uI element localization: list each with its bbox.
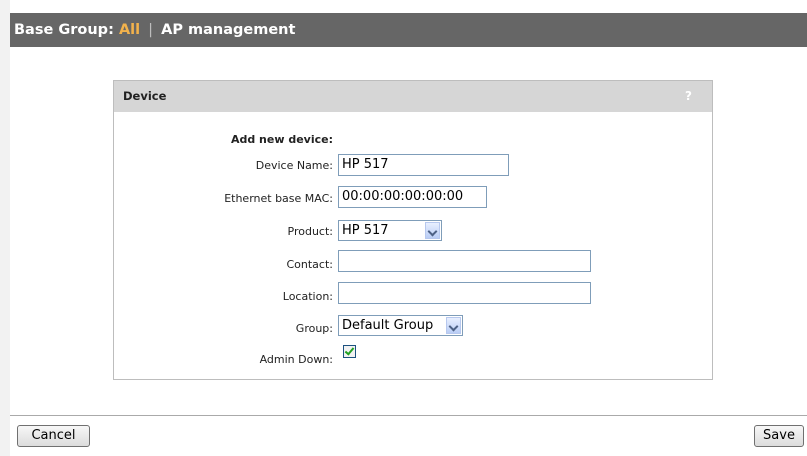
product-select[interactable]: HP 517: [338, 220, 442, 241]
cancel-button[interactable]: Cancel: [17, 425, 90, 447]
ethernet-mac-label: Ethernet base MAC:: [224, 192, 333, 205]
ethernet-mac-input[interactable]: 00:00:00:00:00:00: [338, 186, 487, 208]
chevron-down-icon[interactable]: [446, 317, 461, 334]
header-prefix: Base Group:: [14, 22, 114, 38]
header-separator: |: [148, 22, 154, 38]
panel-title: Device: [123, 89, 167, 103]
form-heading: Add new device:: [230, 133, 333, 146]
location-label: Location:: [282, 290, 333, 303]
group-selected-value: Default Group: [342, 318, 434, 333]
page-header: Base Group: All | AP management: [10, 13, 807, 47]
product-selected-value: HP 517: [342, 223, 389, 238]
contact-label: Contact:: [286, 258, 333, 271]
panel-header: Device ?: [114, 81, 712, 112]
device-name-input[interactable]: HP 517: [338, 154, 509, 176]
product-label: Product:: [287, 225, 333, 238]
admin-down-label: Admin Down:: [259, 353, 333, 366]
location-input[interactable]: [338, 282, 591, 304]
left-edge: [0, 0, 10, 456]
save-button[interactable]: Save: [754, 425, 804, 447]
group-label: Group:: [295, 322, 333, 335]
header-section: AP management: [161, 22, 296, 38]
help-icon[interactable]: ?: [685, 81, 692, 112]
contact-input[interactable]: [338, 250, 591, 272]
footer-divider: [10, 415, 807, 416]
group-select[interactable]: Default Group: [338, 315, 463, 336]
chevron-down-icon[interactable]: [425, 222, 440, 239]
device-name-label: Device Name:: [255, 159, 333, 172]
admin-down-checkbox[interactable]: [343, 345, 356, 358]
header-group-link[interactable]: All: [119, 22, 140, 38]
